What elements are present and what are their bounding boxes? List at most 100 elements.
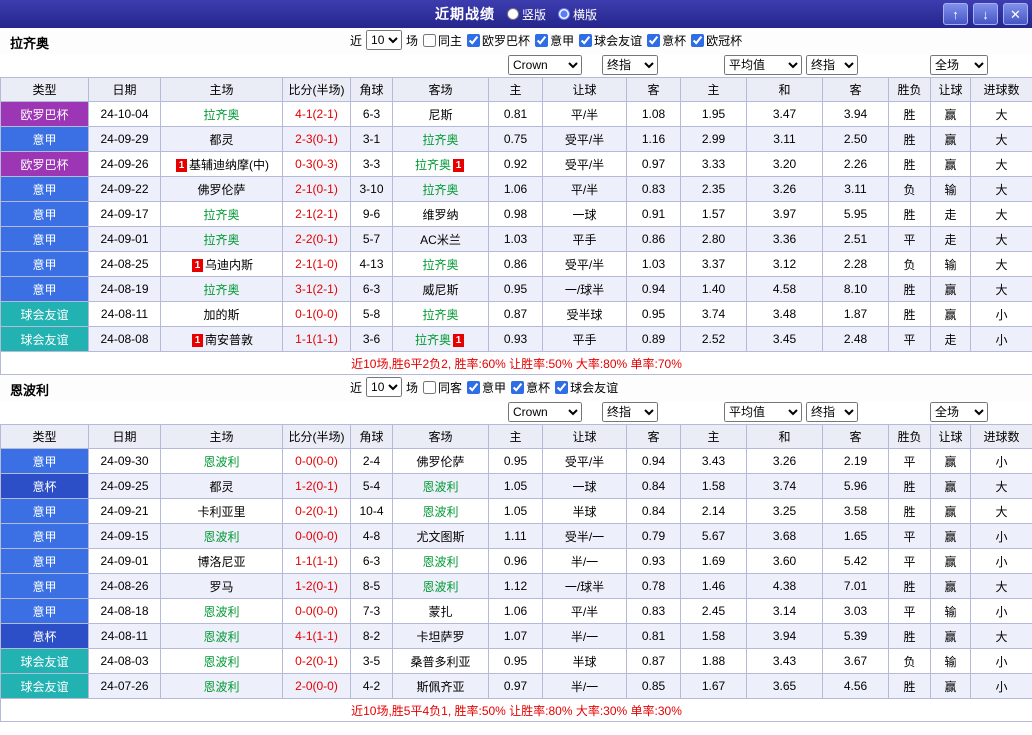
match-score: 2-1(2-1) (283, 202, 351, 227)
away-team: 桑普多利亚 (393, 649, 489, 674)
result-handicap: 赢 (931, 674, 971, 699)
odds-select-1[interactable]: 终指 (602, 55, 658, 75)
filter-option-意甲[interactable]: 意甲 (467, 379, 506, 396)
euro-away-odds: 4.56 (823, 674, 889, 699)
asia-home-odds: 0.86 (489, 252, 543, 277)
filter-option-球会友谊[interactable]: 球会友谊 (555, 379, 618, 396)
filter-checkbox[interactable] (467, 381, 480, 394)
filter-option-意杯[interactable]: 意杯 (511, 379, 550, 396)
filter-option-欧冠杯[interactable]: 欧冠杯 (691, 32, 742, 49)
team-name: 拉齐奥 (10, 33, 49, 52)
filter-option-同客[interactable]: 同客 (423, 379, 462, 396)
filter-option-意杯[interactable]: 意杯 (647, 32, 686, 49)
match-date: 24-09-01 (89, 227, 161, 252)
column-header: 主 (489, 425, 543, 449)
team-name-text: 加的斯 (203, 308, 239, 322)
move-up-button[interactable]: ↑ (943, 3, 968, 25)
result-handicap: 赢 (931, 302, 971, 327)
move-down-button[interactable]: ↓ (973, 3, 998, 25)
result-goals: 大 (971, 152, 1032, 177)
asia-home-odds: 1.06 (489, 599, 543, 624)
euro-draw-odds: 4.38 (747, 574, 823, 599)
euro-home-odds: 1.58 (681, 624, 747, 649)
filter-checkbox[interactable] (423, 34, 436, 47)
odds-select-4[interactable]: 全场 (930, 402, 988, 422)
euro-away-odds: 2.19 (823, 449, 889, 474)
view-option-horizontal[interactable]: 横版 (558, 6, 597, 23)
match-score: 1-1(1-1) (283, 549, 351, 574)
team-name-text: 拉齐奥 (422, 183, 458, 197)
home-team: 拉齐奥 (161, 227, 283, 252)
filter-bar: 近 10 场 同主欧罗巴杯意甲球会友谊意杯欧冠杯 (350, 30, 742, 50)
corner-score: 6-3 (351, 102, 393, 127)
horizontal-layout-radio[interactable] (558, 8, 570, 20)
home-team: 1南安普敦 (161, 327, 283, 352)
filter-checkbox[interactable] (579, 34, 592, 47)
team-name-text: 桑普多利亚 (410, 655, 470, 669)
filter-checkbox[interactable] (511, 381, 524, 394)
filter-option-同主[interactable]: 同主 (423, 32, 462, 49)
euro-away-odds: 2.50 (823, 127, 889, 152)
vertical-layout-radio[interactable] (507, 8, 519, 20)
recent-count-select[interactable]: 10 (366, 377, 402, 397)
team-name: 恩波利 (10, 380, 49, 399)
odds-select-3[interactable]: 终指 (806, 402, 858, 422)
competition-badge: 意甲 (1, 252, 89, 277)
odds-select-2[interactable]: 平均值 (724, 55, 802, 75)
odds-select-2[interactable]: 平均值 (724, 402, 802, 422)
odds-select-0[interactable]: Crown (508, 402, 582, 422)
euro-away-odds: 1.65 (823, 524, 889, 549)
filter-checkbox[interactable] (691, 34, 704, 47)
column-header: 客场 (393, 425, 489, 449)
close-button[interactable]: ✕ (1003, 3, 1028, 25)
odds-select-0[interactable]: Crown (508, 55, 582, 75)
odds-select-1[interactable]: 终指 (602, 402, 658, 422)
asia-away-odds: 0.95 (627, 302, 681, 327)
home-team: 罗马 (161, 574, 283, 599)
odds-select-4[interactable]: 全场 (930, 55, 988, 75)
filter-checkbox[interactable] (647, 34, 660, 47)
filter-option-球会友谊[interactable]: 球会友谊 (579, 32, 642, 49)
match-score: 4-1(1-1) (283, 624, 351, 649)
column-header: 比分(半场) (283, 425, 351, 449)
away-team: 尤文图斯 (393, 524, 489, 549)
recent-count-select[interactable]: 10 (366, 30, 402, 50)
away-team: 蒙扎 (393, 599, 489, 624)
filter-checkbox[interactable] (535, 34, 548, 47)
team-name-text: 恩波利 (422, 555, 458, 569)
team-name-text: 拉齐奥 (415, 333, 451, 347)
away-team: 恩波利 (393, 549, 489, 574)
filter-option-意甲[interactable]: 意甲 (535, 32, 574, 49)
euro-away-odds: 2.48 (823, 327, 889, 352)
euro-away-odds: 5.39 (823, 624, 889, 649)
euro-draw-odds: 3.65 (747, 674, 823, 699)
column-header: 客 (627, 78, 681, 102)
euro-home-odds: 3.37 (681, 252, 747, 277)
result-outcome: 胜 (889, 102, 931, 127)
filter-checkbox[interactable] (467, 34, 480, 47)
asia-home-odds: 0.97 (489, 674, 543, 699)
topbar-buttons: ↑ ↓ ✕ (943, 3, 1028, 25)
column-header: 客 (823, 78, 889, 102)
away-team: 恩波利 (393, 574, 489, 599)
match-date: 24-09-25 (89, 474, 161, 499)
column-header: 角球 (351, 78, 393, 102)
column-header: 主 (681, 78, 747, 102)
euro-draw-odds: 3.14 (747, 599, 823, 624)
view-option-vertical[interactable]: 竖版 (507, 6, 546, 23)
team-bar: 恩波利 近 10 场 同客意甲意杯球会友谊 (0, 375, 1032, 401)
match-row: 意甲24-09-29都灵2-3(0-1)3-1拉齐奥0.75受平/半1.162.… (1, 127, 1032, 152)
filter-checkboxes-0: 同主欧罗巴杯意甲球会友谊意杯欧冠杯 (418, 32, 742, 49)
euro-away-odds: 3.94 (823, 102, 889, 127)
asia-handicap: 半/一 (543, 624, 627, 649)
filter-option-欧罗巴杯[interactable]: 欧罗巴杯 (467, 32, 530, 49)
away-team: AC米兰 (393, 227, 489, 252)
odds-select-3[interactable]: 终指 (806, 55, 858, 75)
match-row: 意甲24-09-22佛罗伦萨2-1(0-1)3-10拉齐奥1.06平/半0.83… (1, 177, 1032, 202)
home-team: 恩波利 (161, 649, 283, 674)
competition-badge: 球会友谊 (1, 327, 89, 352)
result-goals: 小 (971, 449, 1032, 474)
match-date: 24-08-08 (89, 327, 161, 352)
filter-checkbox[interactable] (555, 381, 568, 394)
filter-checkbox[interactable] (423, 381, 436, 394)
